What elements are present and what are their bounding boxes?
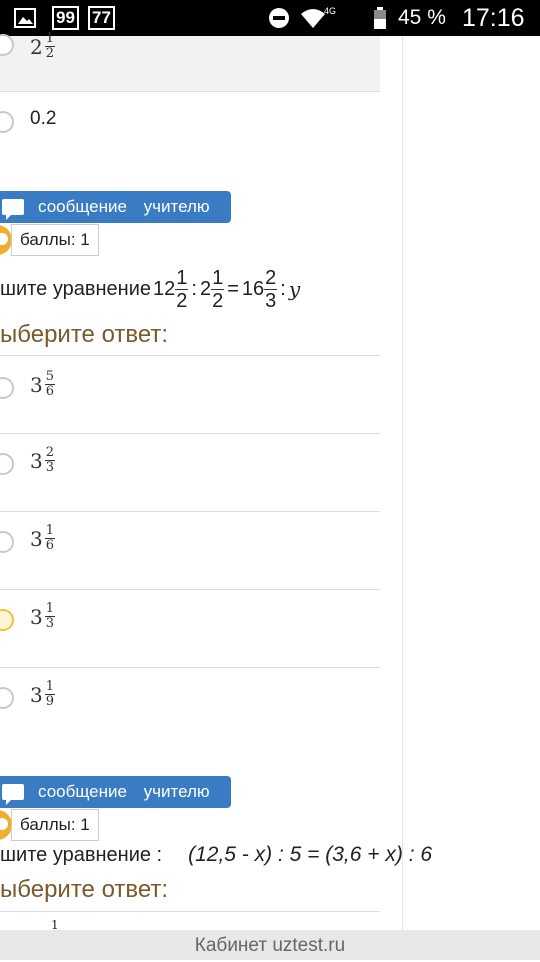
status-bar: 99 77 4G 45 % 17:16 [0,0,540,36]
answer-value: 3 23 [30,445,56,475]
answer-option[interactable]: 3 19 [0,668,380,745]
answer-value: 3 16 [30,523,56,553]
score-badge: баллы: 1 [11,809,99,841]
equation: (12,5 - x) : 5 = (3,6 + x) : 6 [188,843,433,866]
answer-value: 3 56 [30,369,56,399]
prev-option-row[interactable]: 2 12 [0,32,380,92]
gallery-icon [14,0,36,36]
answer-value: 2 12 [30,31,56,61]
message-teacher-button[interactable]: сообщение учителю [0,776,231,808]
radio-button[interactable] [0,377,14,399]
answer-option[interactable]: 3 16 [0,512,380,590]
answer-value: 3 19 [30,679,56,709]
radio-button[interactable] [0,34,14,56]
equation: 12 12 : 2 12 = 16 23 : y [153,266,301,312]
radio-button[interactable] [0,111,14,133]
score-badge: баллы: 1 [11,224,99,256]
network-type: 4G [324,6,337,16]
answer-prompt: ыберите ответ: [0,321,169,348]
answer-option[interactable]: 3 23 [0,434,380,512]
answer-option[interactable]: 3 13 [0,590,380,668]
notification-badge: 99 [52,6,79,30]
answer-value: 0.2 [30,108,57,129]
radio-button[interactable] [0,453,14,475]
battery-percent: 45 % [398,6,446,29]
chat-icon [2,784,24,805]
footer-site-label: Кабинет uztest.ru [0,930,540,960]
chat-icon [2,199,24,220]
answer-option[interactable]: 3 56 [0,356,380,434]
answer-prompt: ыберите ответ: [0,876,169,903]
radio-button[interactable] [0,687,14,709]
message-teacher-button[interactable]: сообщение учителю [0,191,231,223]
wifi-icon: 4G [300,0,336,36]
column-divider [402,36,403,930]
clock: 17:16 [462,3,525,32]
prev-option-row[interactable]: 0.2 [0,92,380,152]
question-text: шите уравнение 12 12 : 2 12 = 16 23 : y [0,266,301,312]
radio-button[interactable] [0,531,14,553]
answer-value: 3 13 [30,601,56,631]
notification-badge: 77 [88,6,115,30]
question-text: шите уравнение : (12,5 - x) : 5 = (3,6 +… [0,843,433,866]
battery-icon [374,0,386,36]
radio-button-selected[interactable] [0,609,14,631]
do-not-disturb-icon [268,0,290,36]
